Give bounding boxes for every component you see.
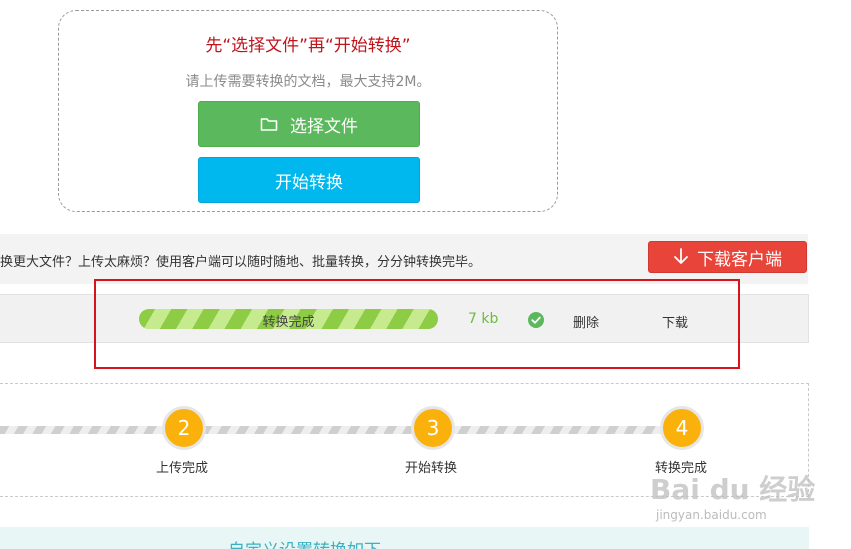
custom-settings-strip: 自定义设置转换如下: [0, 527, 809, 549]
steps-track: [0, 426, 700, 434]
client-promo-bar: 换更大文件？上传太麻烦？使用客户端可以随时随地、批量转换，分分钟转换完毕。 下载…: [0, 234, 808, 284]
download-client-button[interactable]: 下载客户端: [648, 241, 807, 273]
step-4-circle: 4: [660, 406, 704, 450]
select-file-button[interactable]: 选择文件: [198, 101, 420, 147]
custom-settings-heading: 自定义设置转换如下: [228, 536, 381, 549]
folder-icon: [260, 116, 278, 132]
select-file-label: 选择文件: [290, 116, 358, 137]
start-convert-button[interactable]: 开始转换: [198, 157, 420, 203]
highlight-annotation-box: [94, 279, 740, 369]
step-3-label: 开始转换: [405, 461, 458, 476]
promo-text: 换更大文件？上传太麻烦？使用客户端可以随时随地、批量转换，分分钟转换完毕。: [0, 255, 482, 270]
upload-heading: 先“选择文件”再“开始转换”: [205, 36, 411, 56]
upload-subtitle: 请上传需要转换的文档，最大支持2M。: [185, 74, 431, 90]
watermark-main: Bai du 经验: [650, 473, 816, 506]
download-arrow-icon: [673, 248, 689, 266]
upload-panel: 先“选择文件”再“开始转换” 请上传需要转换的文档，最大支持2M。 选择文件 开…: [58, 10, 558, 212]
watermark-sub: jingyan.baidu.com: [656, 508, 767, 522]
download-client-label: 下载客户端: [697, 249, 782, 270]
step-2-label: 上传完成: [156, 461, 209, 476]
baidu-jingyan-watermark: Bai du 经验 jingyan.baidu.com: [640, 458, 820, 528]
step-2-circle: 2: [162, 406, 206, 450]
step-3-circle: 3: [411, 406, 455, 450]
